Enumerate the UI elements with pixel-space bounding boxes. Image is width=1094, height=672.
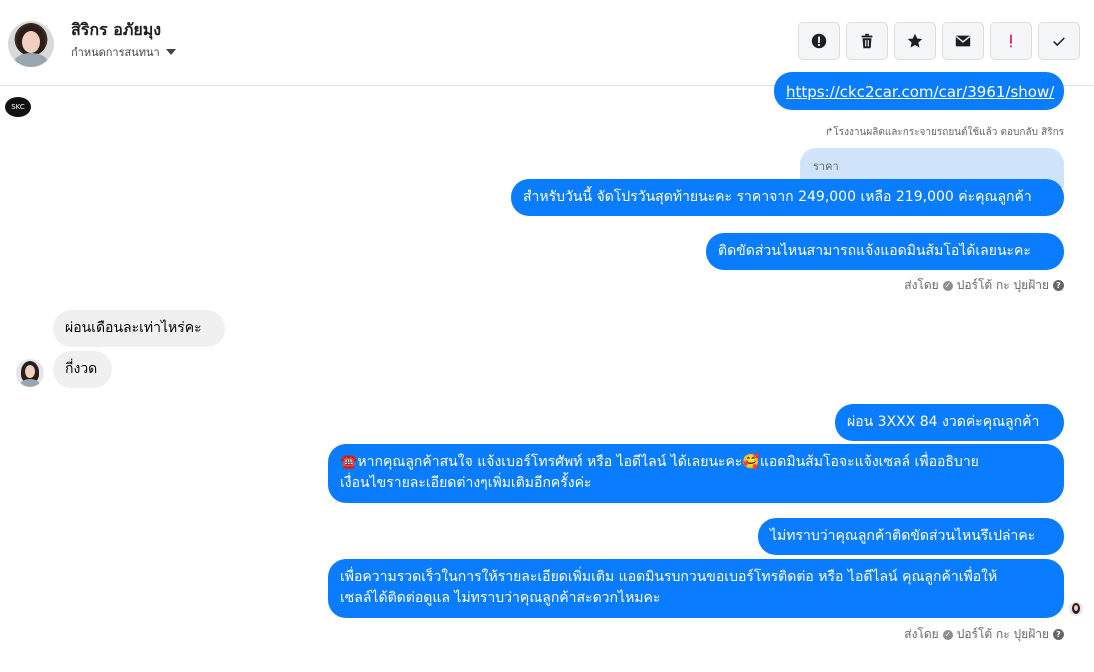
message-bubble[interactable]: ติดขัดส่วนไหนสามารถแจ้งแอดมินส้มโอได้เลย…: [706, 233, 1064, 270]
conversation-toolbar: [798, 22, 1080, 60]
spam-button[interactable]: [990, 22, 1032, 60]
star-button[interactable]: [894, 22, 936, 60]
incoming-message-bubble[interactable]: กี่งวด: [53, 351, 112, 388]
conversation-label: กำหนดการสนทนา: [71, 46, 160, 59]
contact-name[interactable]: สิริกร อภัยมุง: [71, 18, 161, 43]
mark-unread-button[interactable]: [942, 22, 984, 60]
mark-done-button[interactable]: [1038, 22, 1080, 60]
alert-circle-icon: [811, 33, 827, 49]
message-bubble[interactable]: ไม่ทราบว่าคุณลูกค้าติดขัดส่วนไหนรึเปล่าค…: [758, 518, 1064, 555]
message-bubble[interactable]: ผ่อน 3XXX 84 งวดค่ะคุณลูกค้า: [835, 404, 1064, 441]
conversation-label-dropdown[interactable]: กำหนดการสนทนา: [71, 43, 176, 61]
message-bubble[interactable]: ☎️หากคุณลูกค้าสนใจ แจ้งเบอร์โทรศัพท์ หรื…: [328, 444, 1064, 503]
verified-icon: ✓: [942, 280, 953, 291]
sent-by-info: ส่งโดย ✓ ปอร์โต้ กะ ปุยฝ้าย ?: [904, 625, 1064, 644]
sent-by-info: ส่งโดย ✓ ปอร์โต้ กะ ปุยฝ้าย ?: [904, 276, 1064, 295]
message-bubble[interactable]: เพื่อความรวดเร็วในการให้รายละเอียดเพิ่มเ…: [328, 559, 1064, 618]
contact-avatar[interactable]: [8, 21, 54, 67]
caret-down-icon: [165, 49, 176, 55]
alert-button[interactable]: [798, 22, 840, 60]
exclamation-icon: [1010, 34, 1012, 48]
seen-avatar: [1069, 602, 1083, 616]
message-bubble[interactable]: สำหรับวันนี้ จัดโปรวันสุดท้ายนะคะ ราคาจา…: [511, 179, 1064, 216]
trash-icon: [861, 33, 873, 49]
reply-context: ↱โรงงานผลิตและกระจายรถยนต์ใช้แล้ว ตอบกลั…: [824, 127, 1064, 138]
help-icon[interactable]: ?: [1053, 280, 1064, 291]
verified-icon: ✓: [942, 629, 953, 640]
contact-avatar-small: [16, 359, 44, 387]
star-icon: [907, 33, 923, 48]
message-link[interactable]: https://ckc2car.com/car/3961/show/: [786, 83, 1054, 101]
envelope-icon: [955, 35, 971, 47]
delete-button[interactable]: [846, 22, 888, 60]
check-icon: [1053, 37, 1065, 47]
message-link-bubble[interactable]: https://ckc2car.com/car/3961/show/: [774, 72, 1064, 110]
page-logo-icon: SKC: [5, 97, 31, 117]
help-icon[interactable]: ?: [1053, 629, 1064, 640]
incoming-message-bubble[interactable]: ผ่อนเดือนละเท่าไหร่คะ: [53, 310, 225, 347]
